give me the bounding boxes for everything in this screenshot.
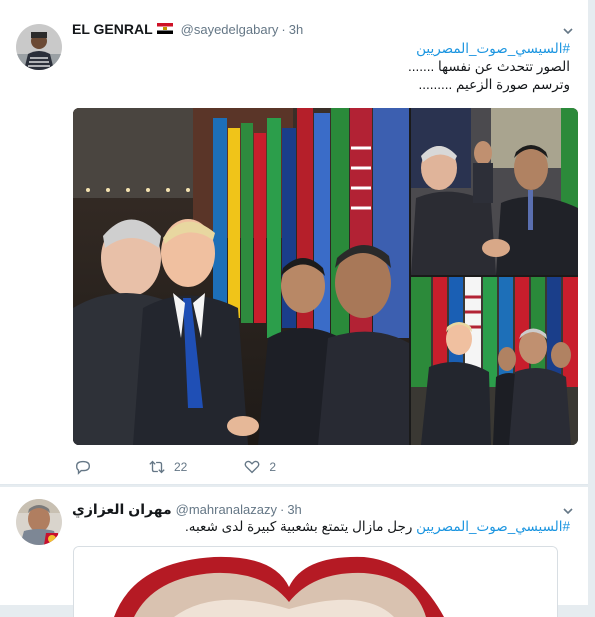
retweet-count: 22: [174, 460, 188, 474]
chevron-down-icon[interactable]: [562, 505, 574, 517]
separator: ·: [279, 502, 285, 517]
tweet-line: رجل مازال يتمتع بشعبية كبيرة لدى شعبه.: [185, 519, 417, 534]
tweet[interactable]: EL GENRAL @sayedelgabary · 3h #السيسي_صو…: [0, 0, 588, 485]
tweet-actions: 22 2: [74, 458, 332, 476]
avatar[interactable]: [16, 24, 62, 70]
hashtag-link[interactable]: #السيسي_صوت_المصريين: [416, 41, 570, 56]
timestamp[interactable]: 3h: [289, 22, 303, 37]
egypt-flag-icon: [156, 23, 173, 34]
media-grid[interactable]: [73, 108, 578, 445]
like-button[interactable]: 2: [243, 458, 276, 476]
tweet-line: وترسم صورة الزعيم .........: [418, 77, 571, 92]
separator: ·: [281, 22, 286, 37]
username[interactable]: @sayedelgabary: [181, 22, 279, 37]
reply-button[interactable]: [74, 458, 92, 476]
tweet-line: الصور تتحدث عن نفسها .......: [408, 59, 570, 74]
photo-main[interactable]: [73, 108, 409, 445]
avatar[interactable]: [16, 499, 62, 545]
like-count: 2: [269, 460, 277, 474]
retweet-icon: [149, 460, 165, 474]
photo-bottom-right[interactable]: [411, 277, 578, 445]
timestamp[interactable]: 3h: [287, 502, 301, 517]
chevron-down-icon[interactable]: [562, 25, 574, 37]
username[interactable]: @mahranalazazy: [176, 502, 277, 517]
retweet-button[interactable]: 22: [148, 458, 187, 476]
tweet[interactable]: مهران العزازي @mahranalazazy · 3h #السيس…: [0, 487, 588, 617]
reply-icon: [76, 460, 90, 475]
display-name[interactable]: EL GENRAL: [72, 21, 153, 37]
hashtag-link[interactable]: #السيسي_صوت_المصريين: [416, 519, 570, 534]
tweet-text: #السيسي_صوت_المصريين الصور تتحدث عن نفسه…: [408, 40, 570, 94]
photo-top-right[interactable]: [411, 108, 578, 275]
media-preview[interactable]: [73, 546, 558, 617]
tweet-text: #السيسي_صوت_المصريين رجل مازال يتمتع بشع…: [185, 518, 570, 536]
heart-icon: [244, 460, 260, 474]
display-name[interactable]: مهران العزازي: [72, 501, 172, 518]
